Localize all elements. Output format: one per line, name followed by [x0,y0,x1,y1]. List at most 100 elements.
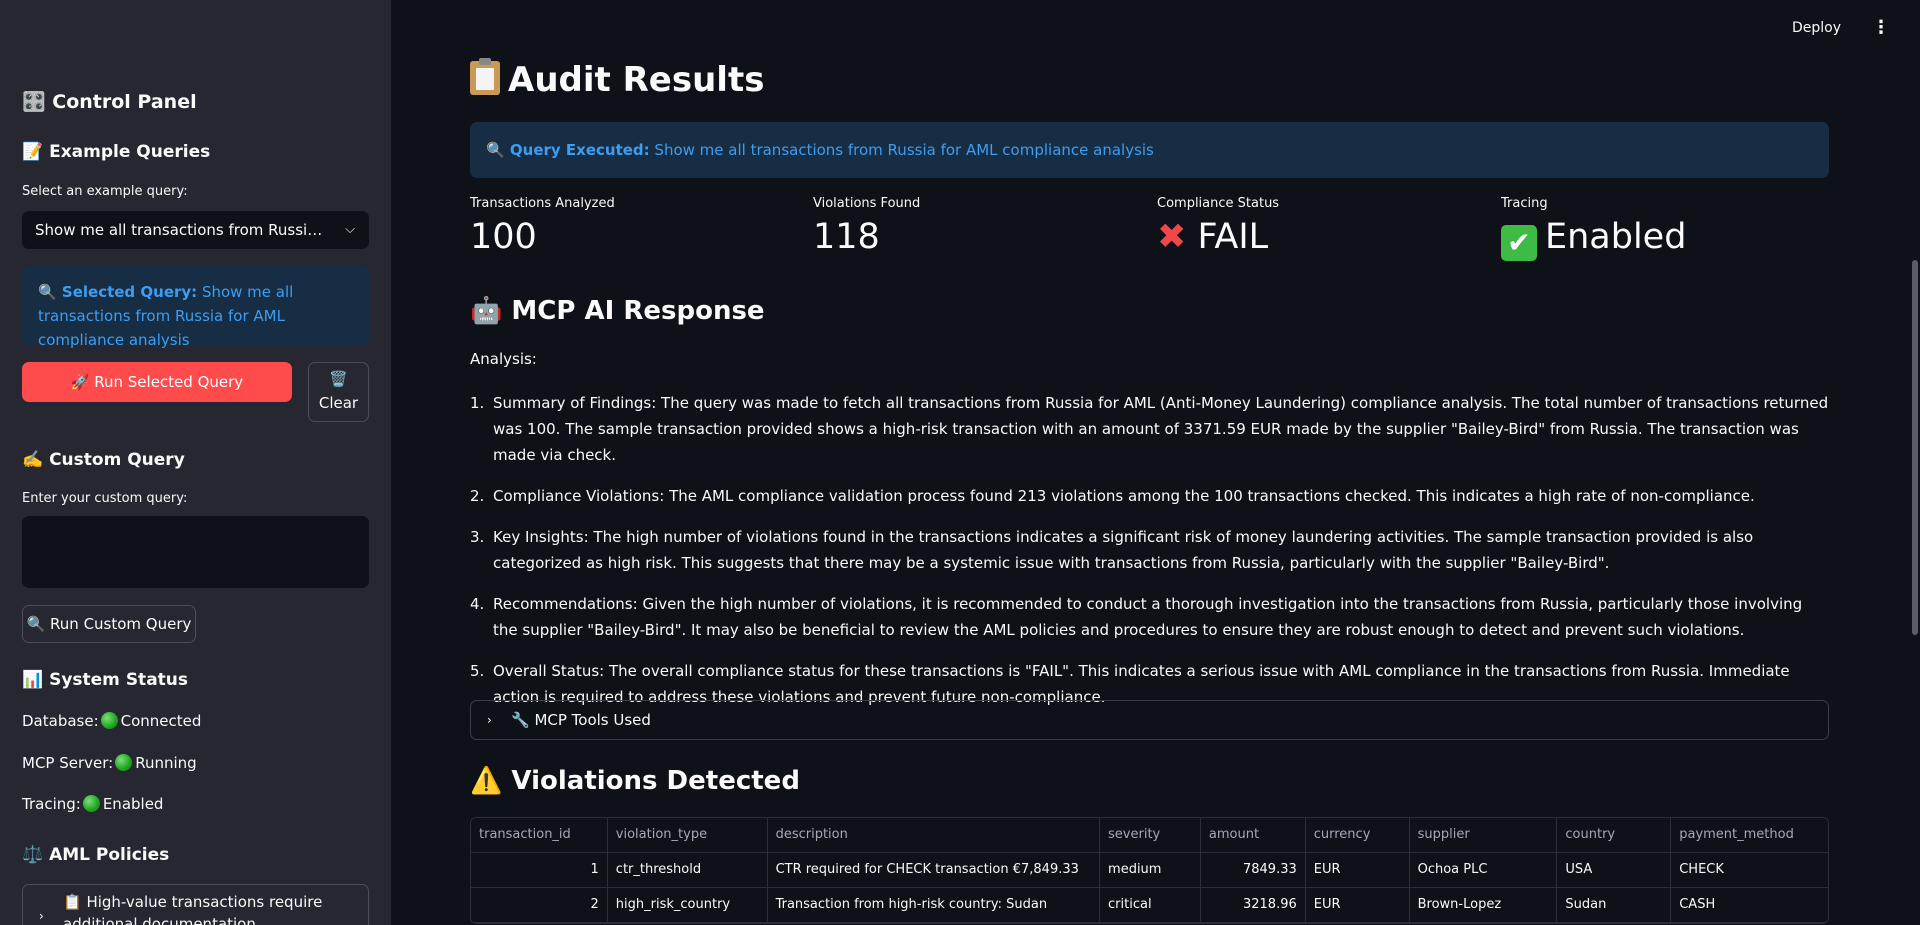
table-row[interactable]: 1 ctr_threshold CTR required for CHECK t… [471,853,1828,888]
tracing-value: Enabled [1545,217,1687,257]
run-selected-query-button[interactable]: 🚀 Run Selected Query [22,362,292,402]
column-header[interactable]: currency [1306,818,1410,852]
aml-policies-title: ⚖️ AML Policies [22,845,170,865]
list-item-number: 5. [470,662,485,680]
table-cell: Transaction from high-risk country: Suda… [768,888,1101,922]
mcp-tools-expander[interactable]: › 🔧 MCP Tools Used [470,700,1829,740]
list-item-number: 2. [470,487,485,505]
violations-table[interactable]: transaction_id violation_type descriptio… [470,817,1829,924]
metric-label: Tracing [1501,196,1548,211]
run-custom-query-button[interactable]: 🔍 Run Custom Query [22,605,196,643]
cross-mark-icon: ✖ [1157,217,1187,257]
page-title-text: Audit Results [508,60,765,100]
violations-title: ⚠️ Violations Detected [470,766,800,796]
list-item-text: Compliance Violations: The AML complianc… [493,487,1755,505]
table-cell: EUR [1306,853,1410,887]
database-status-value: Connected [120,712,202,730]
tracing-status: Tracing: Enabled [22,795,163,813]
column-header[interactable]: violation_type [608,818,768,852]
policy-expander-label: 📋 High-value transactions require additi… [63,893,323,925]
list-item-number: 4. [470,595,485,613]
example-query-select[interactable]: Show me all transactions from Russia for… [22,211,369,249]
green-circle-icon [115,754,133,771]
table-cell: 1 [471,853,608,887]
sidebar: 🎛️ Control Panel 📝 Example Queries Selec… [0,0,391,925]
check-mark-icon: ✔ [1501,225,1537,261]
list-item-number: 1. [470,394,485,412]
clear-button-label: Clear [318,394,359,412]
list-item-text: Recommendations: Given the high number o… [493,595,1803,639]
tracing-status-value: Enabled [102,795,164,813]
column-header[interactable]: country [1557,818,1672,852]
table-cell: Sudan [1557,888,1672,922]
custom-query-input[interactable] [22,516,369,588]
example-select-label: Select an example query: [22,184,188,199]
table-cell: EUR [1306,888,1410,922]
table-cell: 2 [471,888,608,922]
table-cell: critical [1100,888,1201,922]
metric-label: Violations Found [813,196,921,211]
policy-expander[interactable]: › 📋 High-value transactions require addi… [22,884,369,925]
mcp-server-status-label: MCP Server: [22,754,114,772]
findings-list: 1. Summary of Findings: The query was mad… [470,390,1829,725]
chevron-right-icon: › [39,909,44,923]
table-cell: 7849.33 [1201,853,1306,887]
metric-value: 100 [470,217,537,257]
list-item: 2. Compliance Violations: The AML complia… [470,483,1829,509]
chevron-down-icon: ⌵ [345,222,355,237]
column-header[interactable]: severity [1100,818,1201,852]
table-cell: Brown-Lopez [1410,888,1558,922]
example-queries-title: 📝 Example Queries [22,142,211,162]
mcp-tools-expander-label: 🔧 MCP Tools Used [511,711,651,729]
tracing-status-label: Tracing: [22,795,81,813]
deploy-button[interactable]: Deploy [1792,20,1841,36]
page-title: Audit Results [470,58,765,100]
scrollbar[interactable] [1912,260,1918,635]
example-query-select-value: Show me all transactions from Russia for… [35,221,369,239]
column-header[interactable]: payment_method [1671,818,1828,852]
column-header[interactable]: description [768,818,1101,852]
selected-query-prefix: 🔍 Selected Query: [38,283,198,301]
clipboard-icon [470,58,500,95]
table-cell: CTR required for CHECK transaction €7,84… [768,853,1101,887]
table-cell: high_risk_country [608,888,768,922]
table-cell: CHECK [1679,862,1724,877]
column-header[interactable]: supplier [1410,818,1558,852]
list-item: 1. Summary of Findings: The query was mad… [470,390,1829,468]
custom-query-title: ✍️ Custom Query [22,450,185,470]
control-panel-title: 🎛️ Control Panel [22,91,197,113]
more-vertical-icon[interactable]: ⋮ [1872,17,1890,38]
table-cell: Ochoa PLC [1410,853,1558,887]
app: 🎛️ Control Panel 📝 Example Queries Selec… [0,0,1920,925]
column-header[interactable]: amount [1201,818,1306,852]
table-row[interactable]: 2 high_risk_country Transaction from hig… [471,888,1828,923]
metric-value: ✖ FAIL [1157,217,1279,257]
list-item: 4. Recommendations: Given the high number… [470,591,1829,643]
metric-compliance-status: Compliance Status ✖ FAIL [1157,196,1279,257]
list-item-text: Summary of Findings: The query was made … [493,394,1829,464]
table-cell: ctr_threshold [608,853,768,887]
table-cell: USA [1557,853,1672,887]
table-header-row: transaction_id violation_type descriptio… [471,818,1828,853]
analysis-label: Analysis: [470,350,537,368]
metric-tracing: Tracing ✔ Enabled [1501,196,1686,261]
table-cell: 3218.96 [1201,888,1306,922]
system-status-title: 📊 System Status [22,670,189,690]
column-header[interactable]: transaction_id [471,818,608,852]
metric-transactions-analyzed: Transactions Analyzed 100 [470,196,615,257]
metric-value: 118 [813,217,880,257]
list-item-number: 3. [470,528,485,546]
green-circle-icon [100,712,118,729]
list-item-text: Key Insights: The high number of violati… [493,528,1754,572]
custom-query-label: Enter your custom query: [22,491,188,506]
database-status-label: Database: [22,712,99,730]
metric-violations-found: Violations Found 118 [813,196,920,257]
green-circle-icon [82,795,100,812]
mcp-server-status-value: Running [135,754,197,772]
trash-icon: 🗑️ [329,370,348,388]
metric-label: Compliance Status [1157,196,1280,211]
selected-query-info: 🔍 Selected Query: Show me all transactio… [22,266,369,349]
main-area: Deploy ⋮ Audit Results 🔍 Query Executed:… [391,0,1920,925]
clear-button[interactable]: 🗑️ Clear [308,362,369,422]
chevron-right-icon: › [487,713,492,727]
